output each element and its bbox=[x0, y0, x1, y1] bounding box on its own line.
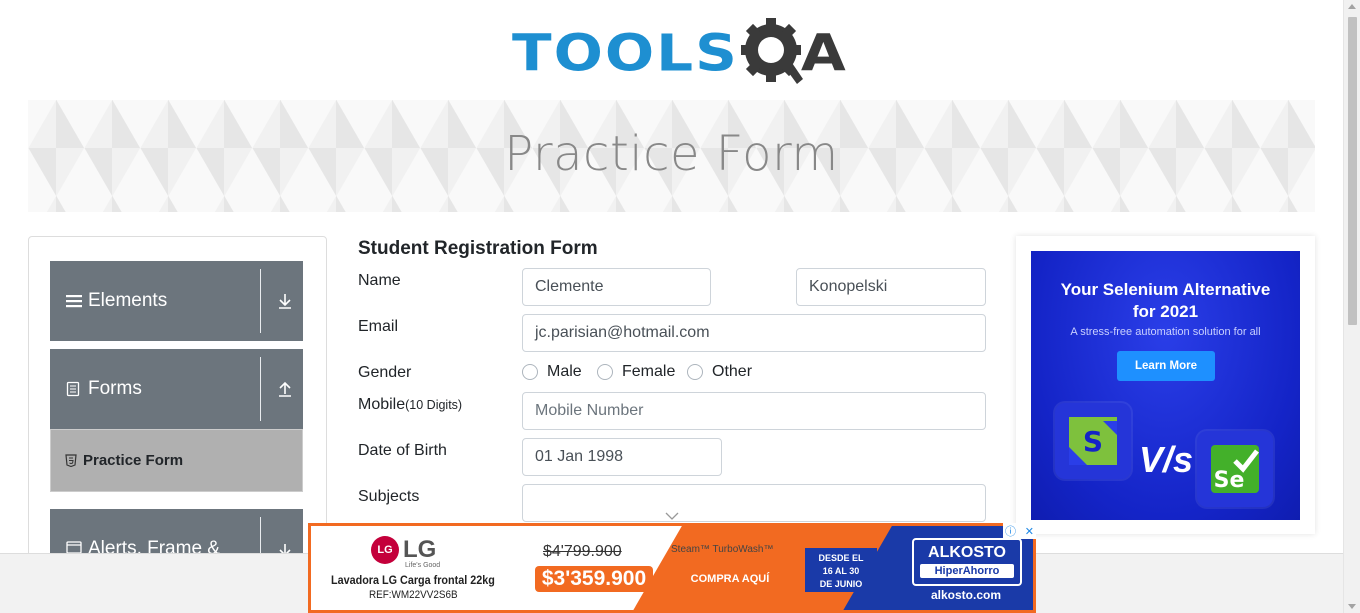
gender-label: Gender bbox=[358, 364, 412, 381]
sidebar-group-elements[interactable]: Elements bbox=[50, 261, 303, 341]
alkosto-lg-ad[interactable]: LG LG Life's Good Lavadora LG Carga fron… bbox=[308, 523, 1036, 613]
radio-button[interactable] bbox=[522, 364, 538, 380]
subjects-input[interactable] bbox=[522, 484, 986, 522]
learn-more-button[interactable]: Learn More bbox=[1117, 351, 1215, 381]
store-url: alkosto.com bbox=[931, 588, 1002, 602]
mobile-hint: (10 Digits) bbox=[405, 398, 463, 412]
gender-radio-male[interactable]: Male bbox=[522, 363, 582, 381]
ad-content[interactable]: Your Selenium Alternative for 2021 A str… bbox=[1031, 251, 1300, 520]
radio-button[interactable] bbox=[687, 364, 703, 380]
radio-label: Other bbox=[712, 363, 753, 380]
versus-text: V/s bbox=[1139, 439, 1194, 480]
svg-text:Se: Se bbox=[1214, 468, 1245, 493]
lg-badge: LG bbox=[371, 536, 399, 564]
mobile-input[interactable]: Mobile Number bbox=[522, 392, 986, 430]
product-ref: REF:WM22VV2S6B bbox=[369, 589, 458, 601]
old-price: $4'799.900 bbox=[543, 543, 622, 560]
radio-label: Female bbox=[622, 363, 676, 380]
gender-radio-female[interactable]: Female bbox=[597, 363, 675, 381]
form-title: Student Registration Form bbox=[358, 238, 598, 259]
promo-dates-line: DESDE EL bbox=[818, 553, 864, 563]
logo-a: A bbox=[800, 23, 846, 83]
promo-dates-line: 16 AL 30 bbox=[822, 566, 860, 576]
store-name: ALKOSTO bbox=[928, 544, 1006, 561]
sidebar-item-practice-form[interactable]: Practice Form bbox=[50, 429, 303, 492]
buy-now-button[interactable]: COMPRA AQUÍ bbox=[685, 568, 775, 590]
lg-brand: LG bbox=[403, 536, 437, 563]
divider bbox=[260, 269, 261, 333]
date-of-birth-input[interactable]: 01 Jan 1998 bbox=[522, 438, 722, 476]
name-label: Name bbox=[358, 272, 401, 289]
promo-dates-line: DE JUNIO bbox=[819, 579, 863, 589]
ad-controls: ⓘ ✕ bbox=[1003, 523, 1036, 539]
sidebar: Elements Forms Practice Form Alerts, Fra… bbox=[28, 236, 327, 576]
gear-icon bbox=[740, 16, 807, 90]
mobile-label-text: Mobile bbox=[358, 396, 406, 413]
hamburger-icon bbox=[66, 294, 84, 308]
ad-headline: Your Selenium Alternative for 2021 bbox=[1031, 279, 1300, 323]
promo-dates: DESDE EL 16 AL 30 DE JUNIO bbox=[805, 548, 877, 592]
sidebar-group-label: Elements bbox=[88, 290, 168, 311]
email-label: Email bbox=[358, 318, 399, 335]
selenium-logo-icon: Se bbox=[1197, 431, 1273, 507]
close-icon[interactable]: ✕ bbox=[1025, 525, 1034, 538]
ad-headline-line-1: Your Selenium Alternative bbox=[1060, 280, 1271, 299]
sidebar-group-label: Forms bbox=[88, 378, 142, 399]
ad-subtitle: A stress-free automation solution for al… bbox=[1070, 326, 1261, 338]
ad-headline-line-2: for 2021 bbox=[1132, 302, 1199, 321]
lg-tagline: Life's Good bbox=[405, 562, 441, 569]
dob-label: Date of Birth bbox=[358, 442, 447, 459]
document-icon bbox=[66, 381, 84, 397]
sidebar-group-forms[interactable]: Forms bbox=[50, 349, 303, 429]
divider bbox=[260, 357, 261, 421]
sidebar-item-label: Practice Form bbox=[83, 452, 184, 469]
scroll-up-arrow-icon[interactable] bbox=[1348, 4, 1356, 9]
store-subtitle: HiperAhorro bbox=[920, 564, 1014, 578]
mobile-label: Mobile(10 Digits) bbox=[358, 396, 462, 414]
lg-logo: LG LG bbox=[371, 536, 436, 564]
logo-text: TOOLS bbox=[512, 23, 739, 83]
email-input[interactable]: jc.parisian@hotmail.com bbox=[522, 314, 986, 352]
gender-radio-other[interactable]: Other bbox=[687, 363, 752, 381]
alkosto-logo: ALKOSTO HiperAhorro bbox=[912, 538, 1022, 586]
html5-icon bbox=[65, 454, 77, 467]
radio-button[interactable] bbox=[597, 364, 613, 380]
page-banner: Practice Form bbox=[28, 100, 1315, 212]
download-arrow-icon[interactable] bbox=[275, 291, 295, 311]
subjects-label: Subjects bbox=[358, 488, 420, 505]
svg-text:S: S bbox=[1083, 425, 1103, 458]
scrollbar-thumb[interactable] bbox=[1348, 17, 1357, 325]
selenium-ad[interactable]: Your Selenium Alternative for 2021 A str… bbox=[1016, 236, 1315, 534]
vertical-scrollbar[interactable] bbox=[1343, 0, 1360, 613]
page-title: Practice Form bbox=[504, 126, 839, 182]
katalon-logo-icon: S bbox=[1055, 403, 1131, 479]
radio-label: Male bbox=[547, 363, 582, 380]
last-name-input[interactable]: Konopelski bbox=[796, 268, 986, 306]
ad-info-icon[interactable]: ⓘ bbox=[1005, 523, 1016, 539]
toolsqa-logo[interactable]: TOOLS A bbox=[512, 16, 846, 90]
scroll-down-arrow-icon[interactable] bbox=[1348, 604, 1356, 609]
first-name-input[interactable]: Clemente bbox=[522, 268, 711, 306]
features-text: Steam™ TurboWash™ bbox=[671, 544, 774, 555]
product-name: Lavadora LG Carga frontal 22kg bbox=[331, 573, 495, 587]
new-price: $3'359.900 bbox=[535, 566, 653, 592]
upload-arrow-icon[interactable] bbox=[275, 379, 295, 399]
